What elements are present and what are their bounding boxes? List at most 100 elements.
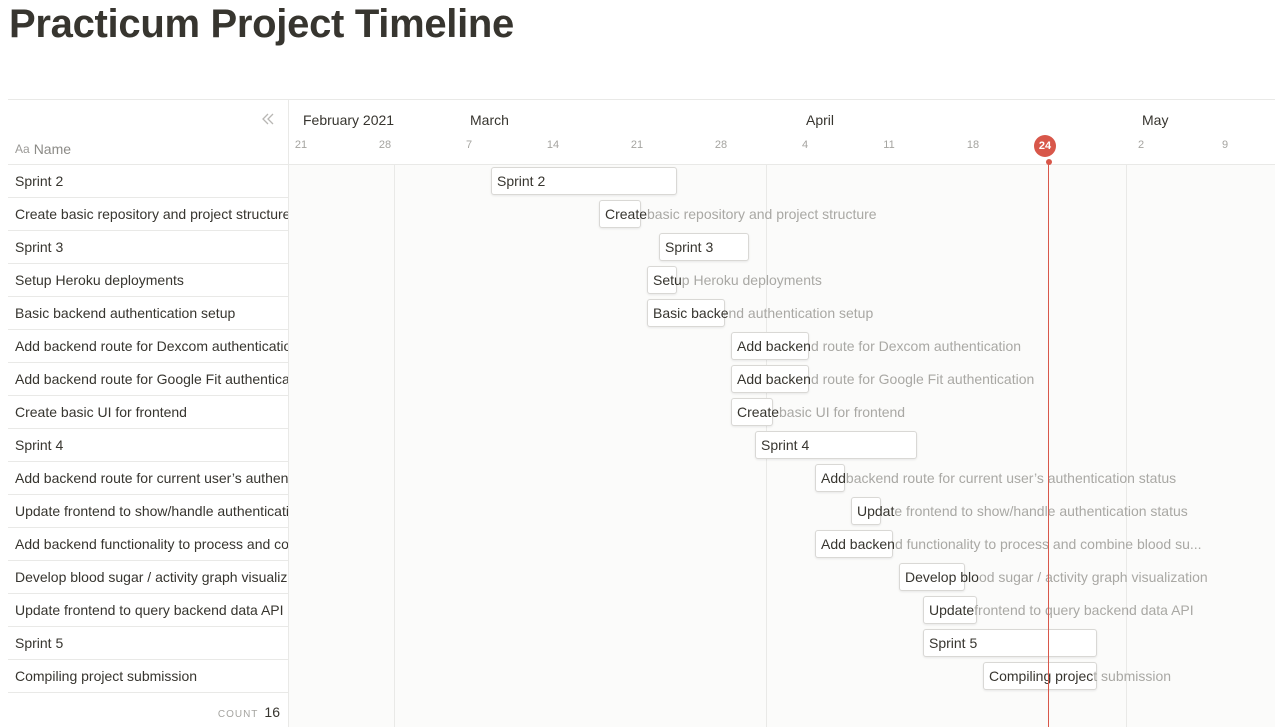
timeline-bar[interactable] xyxy=(851,497,881,525)
day-tick-label: 21 xyxy=(294,139,308,151)
table-row[interactable]: Add backend route for current user’s aut… xyxy=(8,462,288,495)
today-line xyxy=(1048,160,1049,727)
timeline-bar[interactable] xyxy=(731,398,773,426)
table-row[interactable]: Develop blood sugar / activity graph vis… xyxy=(8,561,288,594)
timeline-bar-overflow-label: frontend to query backend data API xyxy=(974,602,1194,618)
row-title[interactable]: Add backend functionality to process and… xyxy=(15,536,288,552)
timeline-bar-row: Sprint 4 xyxy=(289,429,1275,462)
timeline-bar[interactable] xyxy=(815,464,845,492)
table-row[interactable]: Create basic UI for frontend xyxy=(8,396,288,429)
row-title[interactable]: Sprint 2 xyxy=(15,173,63,189)
timeline-bar[interactable] xyxy=(647,299,725,327)
timeline-bar[interactable] xyxy=(491,167,677,195)
row-title[interactable]: Compiling project submission xyxy=(15,668,197,684)
day-tick-label: 11 xyxy=(883,139,895,151)
table-row[interactable]: Sprint 5 xyxy=(8,627,288,660)
timeline-bar[interactable] xyxy=(731,332,809,360)
row-title[interactable]: Add backend route for current user’s aut… xyxy=(15,470,288,486)
timeline-bar-row: Create basic UI for frontend xyxy=(289,396,1275,429)
day-tick-label: 28 xyxy=(714,139,728,151)
timeline-bar[interactable] xyxy=(923,596,977,624)
row-title[interactable]: Basic backend authentication setup xyxy=(15,305,235,321)
count-value: 16 xyxy=(264,704,280,720)
timeline-bar-overflow-label: p Heroku deployments xyxy=(681,272,822,288)
day-tick-label: 18 xyxy=(966,139,980,151)
row-title[interactable]: Develop blood sugar / activity graph vis… xyxy=(15,569,288,585)
month-label: April xyxy=(806,112,835,128)
table-row[interactable]: Update frontend to query backend data AP… xyxy=(8,594,288,627)
day-tick-label: 4 xyxy=(801,139,809,151)
table-row[interactable]: Basic backend authentication setup xyxy=(8,297,288,330)
day-tick-label: 14 xyxy=(546,139,560,151)
row-title[interactable]: Sprint 5 xyxy=(15,635,63,651)
timeline-bar[interactable] xyxy=(983,662,1097,690)
timeline-bar-overflow-label: d route for Dexcom authentication xyxy=(810,338,1022,354)
text-property-icon: Aa xyxy=(15,142,30,156)
timeline-bar-row: Add backend route for current user’s aut… xyxy=(289,462,1275,495)
table-row[interactable]: Update frontend to show/handle authentic… xyxy=(8,495,288,528)
row-title[interactable]: Sprint 3 xyxy=(15,239,63,255)
page-title: Practicum Project Timeline xyxy=(9,2,514,46)
day-tick-label: 21 xyxy=(630,139,644,151)
table-row[interactable]: Setup Heroku deployments xyxy=(8,264,288,297)
timeline-bar-overflow-label: basic repository and project structure xyxy=(647,206,877,222)
timeline-bar-overflow-label: nd authentication setup xyxy=(728,305,874,321)
timeline-bar-overflow-label: d route for Google Fit authentication xyxy=(810,371,1035,387)
timeline-bar-row: Updat e frontend to show/handle authentic… xyxy=(289,495,1275,528)
timeline-view: February 2021 March April May 21 28 7 14 21 28 4 1… xyxy=(289,100,1275,727)
row-title[interactable]: Sprint 4 xyxy=(15,437,63,453)
day-tick-label: 28 xyxy=(378,139,392,151)
table-row[interactable]: Add backend route for Dexcom authenticat… xyxy=(8,330,288,363)
row-title[interactable]: Setup Heroku deployments xyxy=(15,272,184,288)
table-rows: Sprint 2 Create basic repository and proj… xyxy=(8,165,288,693)
today-badge: 24 xyxy=(1034,135,1056,157)
row-title[interactable]: Add backend route for Google Fit authent… xyxy=(15,371,288,387)
timeline-bar-row: Add backen d functionality to process and… xyxy=(289,528,1275,561)
timeline-bar-row: Add backen d route for Google Fit authent… xyxy=(289,363,1275,396)
timeline-bar[interactable] xyxy=(815,530,893,558)
timeline-bar[interactable] xyxy=(599,200,641,228)
timeline-bar-row: Add backen d route for Dexcom authenticat… xyxy=(289,330,1275,363)
timeline-bar-row: Sprint 3 xyxy=(289,231,1275,264)
day-tick-label: 2 xyxy=(1137,139,1145,151)
timeline-bar-row: Create basic repository and project stru… xyxy=(289,198,1275,231)
today-marker-dot xyxy=(1045,159,1052,165)
row-title[interactable]: Update frontend to query backend data AP… xyxy=(15,602,284,618)
timeline-bar-row: Develop blo od sugar / activity graph vis… xyxy=(289,561,1275,594)
table-row[interactable]: Add backend route for Google Fit authent… xyxy=(8,363,288,396)
row-title[interactable]: Create basic UI for frontend xyxy=(15,404,187,420)
row-title[interactable]: Update frontend to show/handle authentic… xyxy=(15,503,288,519)
timeline-bar[interactable] xyxy=(899,563,965,591)
timeline-bar[interactable] xyxy=(755,431,917,459)
table-row[interactable]: Sprint 2 xyxy=(8,165,288,198)
timeline-bar[interactable] xyxy=(647,266,677,294)
day-tick-label: 9 xyxy=(1221,139,1229,151)
timeline-bar-overflow-label: basic UI for frontend xyxy=(779,404,906,420)
timeline-bar[interactable] xyxy=(923,629,1097,657)
timeline-bar[interactable] xyxy=(731,365,809,393)
timeline-bar-row: Sprint 5 xyxy=(289,627,1275,660)
table-row[interactable]: Create basic repository and project stru… xyxy=(8,198,288,231)
table-panel: Aa Name Sprint 2 Create basic repository … xyxy=(8,100,289,727)
table-row[interactable]: Sprint 3 xyxy=(8,231,288,264)
table-row[interactable]: Add backend functionality to process and… xyxy=(8,528,288,561)
month-label: May xyxy=(1142,112,1169,128)
timeline-bar-row: Setu p Heroku deployments xyxy=(289,264,1275,297)
name-column-header[interactable]: Aa Name xyxy=(15,141,71,157)
table-row[interactable]: Compiling project submission xyxy=(8,660,288,693)
timeline-bar-overflow-label: t submission xyxy=(1093,668,1172,684)
name-column-label: Name xyxy=(33,141,72,157)
timeline-bar-row: Update frontend to query backend data AP… xyxy=(289,594,1275,627)
timeline-bar-row: Basic backe nd authentication setup xyxy=(289,297,1275,330)
row-title[interactable]: Add backend route for Dexcom authenticat… xyxy=(15,338,288,354)
day-tick-label: 7 xyxy=(465,139,473,151)
row-title[interactable]: Create basic repository and project stru… xyxy=(15,206,288,222)
count-footer: COUNT 16 xyxy=(218,704,280,720)
timeline-bar[interactable] xyxy=(659,233,749,261)
timeline-bar-overflow-label: backend route for current user’s authent… xyxy=(845,470,1177,486)
timeline-bar-row: Compiling projec t submission xyxy=(289,660,1275,693)
collapse-double-chevron-icon[interactable] xyxy=(260,111,276,127)
table-row[interactable]: Sprint 4 xyxy=(8,429,288,462)
count-label: COUNT xyxy=(217,709,259,720)
month-label: February 2021 xyxy=(303,112,395,128)
